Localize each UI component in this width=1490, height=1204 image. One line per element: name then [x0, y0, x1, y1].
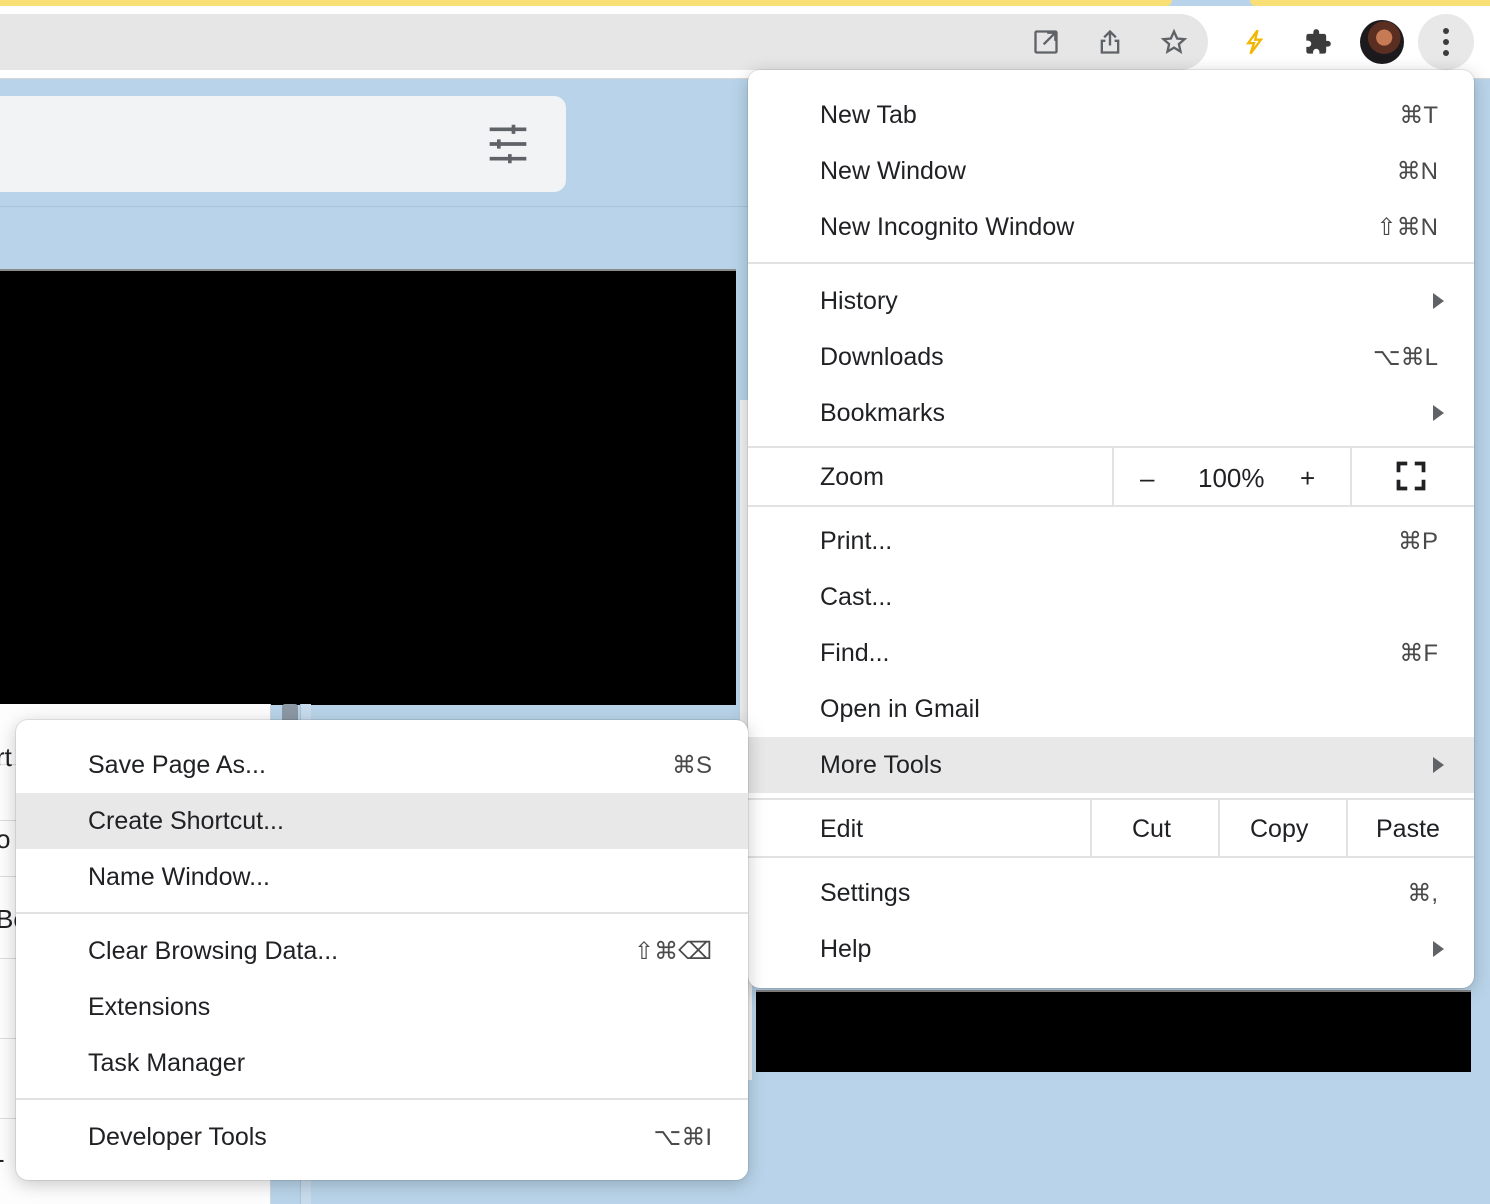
menu-item-extensions[interactable]: Extensions: [16, 979, 748, 1035]
copy-button[interactable]: Copy: [1250, 815, 1308, 844]
zoom-out-button[interactable]: –: [1140, 463, 1154, 494]
submenu-arrow-icon: [1433, 293, 1444, 309]
list-fragment: o: [0, 824, 11, 854]
menu-item-label: Zoom: [820, 462, 884, 491]
menu-item-find[interactable]: Find... ⌘F: [748, 625, 1474, 681]
menu-item-cast[interactable]: Cast...: [748, 569, 1474, 625]
zoom-in-button[interactable]: +: [1300, 463, 1315, 494]
zoom-divider: [1350, 448, 1352, 506]
menu-item-save-page-as[interactable]: Save Page As... ⌘S: [16, 737, 748, 793]
bookmark-star-icon[interactable]: [1158, 26, 1190, 58]
menu-item-label: History: [820, 286, 898, 315]
search-box[interactable]: [0, 96, 566, 192]
zoom-divider: [1112, 448, 1114, 506]
list-fragment: rt: [0, 742, 12, 772]
menu-item-label: Find...: [820, 638, 890, 667]
shortcut-label: ⌘S: [671, 751, 712, 779]
menu-item-more-tools[interactable]: More Tools: [748, 737, 1474, 793]
chrome-main-menu: New Tab ⌘T New Window ⌘N New Incognito W…: [748, 70, 1474, 988]
menu-item-create-shortcut[interactable]: Create Shortcut...: [16, 793, 748, 849]
more-menu-icon[interactable]: [1418, 14, 1474, 70]
shortcut-label: ⌘,: [1407, 879, 1438, 907]
shortcut-label: ⌘N: [1396, 157, 1438, 185]
shortcut-label: ⇧⌘⌫: [633, 937, 712, 965]
menu-item-label: Help: [820, 934, 872, 963]
menu-item-clear-browsing-data[interactable]: Clear Browsing Data... ⇧⌘⌫: [16, 923, 748, 979]
menu-item-label: Print...: [820, 526, 893, 555]
menu-item-task-manager[interactable]: Task Manager: [16, 1035, 748, 1091]
extensions-puzzle-icon[interactable]: [1302, 26, 1334, 58]
menu-separator: [748, 856, 1474, 858]
share-icon[interactable]: [1094, 26, 1126, 58]
address-bar[interactable]: [0, 14, 1208, 70]
more-tools-submenu: Save Page As... ⌘S Create Shortcut... Na…: [16, 720, 748, 1180]
menu-separator: [16, 1098, 748, 1100]
submenu-arrow-icon: [1433, 405, 1444, 421]
profile-avatar[interactable]: [1360, 20, 1404, 64]
menu-separator: [748, 798, 1474, 800]
menu-item-label: Extensions: [88, 992, 211, 1021]
menu-item-label: Downloads: [820, 342, 944, 371]
menu-item-zoom: Zoom: [748, 449, 1474, 505]
menu-item-label: Create Shortcut...: [88, 806, 284, 835]
menu-item-edit: Edit: [748, 801, 1474, 857]
edit-divider: [1218, 800, 1220, 856]
divider: [0, 206, 750, 207]
edit-divider: [1346, 800, 1348, 856]
menu-item-label: Bookmarks: [820, 398, 946, 427]
menu-item-label: Developer Tools: [88, 1122, 267, 1151]
edit-divider: [1090, 800, 1092, 856]
zoom-level: 100%: [1198, 463, 1265, 493]
menu-item-new-incognito-window[interactable]: New Incognito Window ⇧⌘N: [748, 199, 1474, 255]
menu-item-bookmarks[interactable]: Bookmarks: [748, 385, 1474, 441]
shortcut-label: ⌘T: [1399, 101, 1438, 129]
menu-item-label: New Incognito Window: [820, 212, 1075, 241]
menu-item-label: Settings: [820, 878, 911, 907]
menu-item-label: New Window: [820, 156, 966, 185]
menu-item-developer-tools[interactable]: Developer Tools ⌥⌘I: [16, 1109, 748, 1165]
menu-item-help[interactable]: Help: [748, 921, 1474, 977]
submenu-arrow-icon: [1433, 757, 1444, 773]
list-fragment: -: [0, 1144, 5, 1175]
menu-item-open-in-gmail[interactable]: Open in Gmail: [748, 681, 1474, 737]
menu-item-print[interactable]: Print... ⌘P: [748, 513, 1474, 569]
redacted-region: [0, 269, 736, 705]
browser-toolbar: [0, 6, 1490, 79]
redacted-region: [756, 990, 1471, 1072]
menu-item-label: Cast...: [820, 582, 893, 611]
menu-item-label: Open in Gmail: [820, 694, 980, 723]
menu-separator: [748, 262, 1474, 264]
shortcut-label: ⌥⌘L: [1372, 343, 1438, 371]
submenu-arrow-icon: [1433, 941, 1444, 957]
shortcut-label: ⌘F: [1399, 639, 1438, 667]
menu-item-history[interactable]: History: [748, 273, 1474, 329]
menu-item-label: New Tab: [820, 100, 917, 129]
menu-item-label: Edit: [820, 814, 864, 843]
menu-item-label: Save Page As...: [88, 750, 266, 779]
open-in-new-icon[interactable]: [1030, 26, 1062, 58]
cut-button[interactable]: Cut: [1132, 815, 1171, 844]
shortcut-label: ⌘P: [1397, 527, 1438, 555]
menu-item-label: Name Window...: [88, 862, 271, 891]
menu-item-name-window[interactable]: Name Window...: [16, 849, 748, 905]
shortcut-label: ⇧⌘N: [1376, 213, 1438, 241]
menu-separator: [748, 505, 1474, 507]
menu-separator: [16, 912, 748, 914]
lightning-extension-icon[interactable]: [1238, 26, 1270, 58]
menu-item-label: Clear Browsing Data...: [88, 936, 339, 965]
shortcut-label: ⌥⌘I: [653, 1123, 712, 1151]
paste-button[interactable]: Paste: [1376, 815, 1440, 844]
filter-tune-icon[interactable]: [486, 122, 530, 166]
menu-item-settings[interactable]: Settings ⌘,: [748, 865, 1474, 921]
menu-item-label: More Tools: [820, 750, 942, 779]
menu-item-new-window[interactable]: New Window ⌘N: [748, 143, 1474, 199]
fullscreen-icon[interactable]: [1396, 461, 1426, 491]
menu-separator: [748, 446, 1474, 448]
menu-item-downloads[interactable]: Downloads ⌥⌘L: [748, 329, 1474, 385]
menu-item-label: Task Manager: [88, 1048, 246, 1077]
menu-item-new-tab[interactable]: New Tab ⌘T: [748, 87, 1474, 143]
